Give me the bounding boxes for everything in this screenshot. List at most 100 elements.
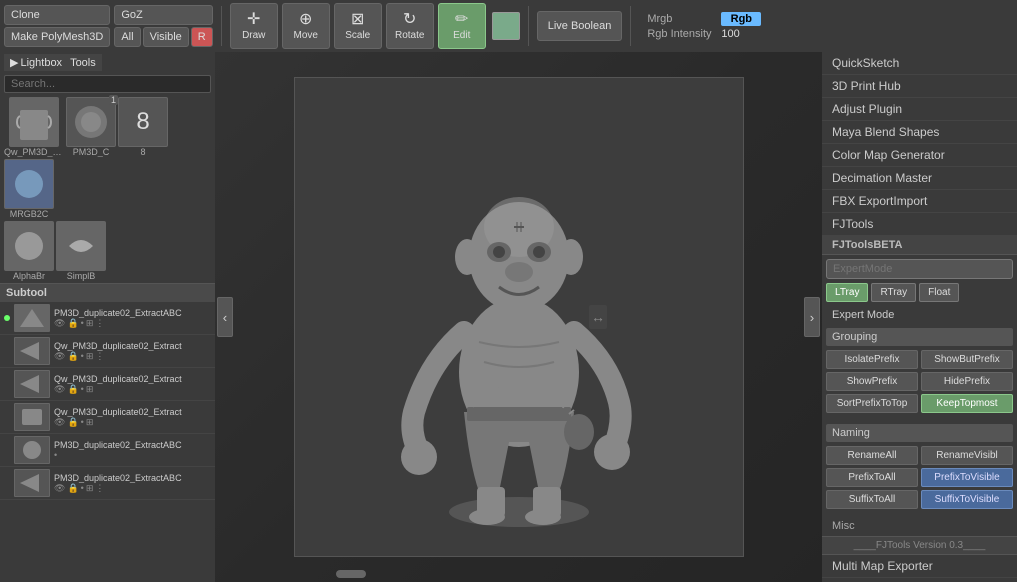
lightbox-tools[interactable]: ▶ Lightbox Tools <box>4 54 102 71</box>
subtool-info-5: PM3D_duplicate02_ExtractABC • <box>54 440 211 460</box>
thumb-mrgb[interactable]: MRGB2C <box>4 159 54 219</box>
subtool-info-1: PM3D_duplicate02_ExtractABC 👁 🔒 • ⊞ ⋮ <box>54 308 211 329</box>
left-top-buttons: ▶ Lightbox Tools <box>0 52 215 73</box>
expertmode-input[interactable] <box>826 259 1013 279</box>
subtool-name-5: PM3D_duplicate02_ExtractABC <box>54 440 211 450</box>
center-viewport[interactable]: ‹ › ↔ <box>215 52 822 582</box>
multimap-item[interactable]: Multi Map Exporter <box>822 555 1017 578</box>
scale-tool-button[interactable]: ⊠ Scale <box>334 3 382 49</box>
horizontal-scrollbar[interactable] <box>336 570 366 578</box>
resize-handle[interactable]: ↔ <box>589 305 607 329</box>
draw-label: Draw <box>242 30 265 41</box>
thumb-alpha[interactable]: AlphaBr <box>4 221 54 281</box>
fbxexport-item[interactable]: FBX ExportImport <box>822 190 1017 213</box>
clone-button[interactable]: Clone <box>4 5 110 25</box>
dot-icon-5: • <box>54 450 57 460</box>
edit-icon: ✏ <box>455 12 468 28</box>
naming-row-1: RenameAll RenameVisibl <box>826 446 1013 465</box>
viewport-right-arrow[interactable]: › <box>804 297 820 337</box>
naming-header: Naming <box>826 424 1013 442</box>
tools-label: Tools <box>70 57 96 69</box>
version-bar: ____FJTools Version 0.3____ <box>822 536 1017 555</box>
r-button[interactable]: R <box>191 27 213 47</box>
subtool-item-5[interactable]: PM3D_duplicate02_ExtractABC • <box>0 434 215 467</box>
subtool-info-4: Qw_PM3D_duplicate02_Extract 👁 🔒 • ⊞ <box>54 407 211 428</box>
decimation-item[interactable]: Decimation Master <box>822 167 1017 190</box>
thumb-8[interactable]: 8 8 <box>118 97 168 157</box>
grid-icon-6: ⊞ <box>86 483 94 494</box>
color-swatch[interactable] <box>492 12 520 40</box>
prefixtovisible-btn[interactable]: PrefixToVisible <box>921 468 1013 487</box>
lock-icon: 🔒 <box>67 318 78 329</box>
subtool-item[interactable]: PM3D_duplicate02_ExtractABC 👁 🔒 • ⊞ ⋮ <box>0 302 215 335</box>
eye-icon-6: 👁 <box>54 483 65 494</box>
sortprefixtotop-btn[interactable]: SortPrefixToTop <box>826 394 918 413</box>
rgb-intensity-value: 100 <box>721 28 739 40</box>
thumb-mrgb-label: MRGB2C <box>10 209 49 219</box>
search-input[interactable] <box>4 75 211 93</box>
suffixtoall-btn[interactable]: SuffixToAll <box>826 490 918 509</box>
showprefix-btn[interactable]: ShowPrefix <box>826 372 918 391</box>
live-boolean-button[interactable]: Live Boolean <box>537 11 623 41</box>
keeptopmost-btn[interactable]: KeepTopmost <box>921 394 1013 413</box>
separator <box>221 6 222 46</box>
renamevisible-btn[interactable]: RenameVisibl <box>921 446 1013 465</box>
renameall-btn[interactable]: RenameAll <box>826 446 918 465</box>
grouping-row-2: ShowPrefix HidePrefix <box>826 372 1013 391</box>
rgb-value-box[interactable]: Rgb <box>721 12 761 26</box>
rotate-label: Rotate <box>395 30 424 41</box>
subtool-item-6[interactable]: PM3D_duplicate02_ExtractABC 👁 🔒 • ⊞ ⋮ <box>0 467 215 500</box>
thumb-simple-img <box>56 221 106 271</box>
quicksketch-item[interactable]: QuickSketch <box>822 52 1017 75</box>
adjustplugin-item[interactable]: Adjust Plugin <box>822 98 1017 121</box>
suffixtovisible-btn[interactable]: SuffixToVisible <box>921 490 1013 509</box>
thumb-simple-label: SimplB <box>67 271 96 281</box>
all-button[interactable]: All <box>114 27 140 47</box>
float-button[interactable]: Float <box>919 283 959 302</box>
colormapgen-item[interactable]: Color Map Generator <box>822 144 1017 167</box>
grid-icon-4: ⊞ <box>86 417 94 428</box>
thumb-simple[interactable]: SimplB <box>56 221 106 281</box>
thumb-qw[interactable]: Qw_PM3D_du... <box>4 97 64 157</box>
main-area: ▶ Lightbox Tools Qw_PM3D_du... <box>0 52 1017 582</box>
dot-icon-6: • <box>81 483 84 493</box>
viewport-left-arrow[interactable]: ‹ <box>217 297 233 337</box>
hideprefix-btn[interactable]: HidePrefix <box>921 372 1013 391</box>
dot-icon-2: • <box>81 351 84 361</box>
thumbnails-area: Qw_PM3D_du... 1 PM3D_C 8 8 <box>0 95 215 221</box>
grid-icon-2: ⊞ <box>86 351 94 362</box>
subtool-thumb-1 <box>14 304 50 332</box>
naming-row-2: PrefixToAll PrefixToVisible <box>826 468 1013 487</box>
rtray-button[interactable]: RTray <box>871 283 916 302</box>
3dprinthub-item[interactable]: 3D Print Hub <box>822 75 1017 98</box>
subtool-icons-6: 👁 🔒 • ⊞ ⋮ <box>54 483 211 494</box>
make-polymesh-button[interactable]: Make PolyMesh3D <box>4 27 110 47</box>
mesh-icon: ⋮ <box>95 318 104 329</box>
subtool-icons-4: 👁 🔒 • ⊞ <box>54 417 211 428</box>
visible-button[interactable]: Visible <box>143 27 189 47</box>
ltray-button[interactable]: LTray <box>826 283 868 302</box>
prefixtoall-btn[interactable]: PrefixToAll <box>826 468 918 487</box>
draw-tool-button[interactable]: ✛ Draw <box>230 3 278 49</box>
isolateprefix-btn[interactable]: IsolatePrefix <box>826 350 918 369</box>
thumb-pm3d[interactable]: 1 PM3D_C <box>66 97 116 157</box>
goz-button[interactable]: GoZ <box>114 5 212 25</box>
mayablend-item[interactable]: Maya Blend Shapes <box>822 121 1017 144</box>
subtool-item-4[interactable]: Qw_PM3D_duplicate02_Extract 👁 🔒 • ⊞ <box>0 401 215 434</box>
subtool-icons-2: 👁 🔒 • ⊞ ⋮ <box>54 351 211 362</box>
thumb-8-img: 8 <box>118 97 168 147</box>
rgb-intensity-label: Rgb Intensity <box>647 28 717 40</box>
eye-icon-2: 👁 <box>54 351 65 362</box>
rotate-tool-button[interactable]: ↻ Rotate <box>386 3 434 49</box>
move-tool-button[interactable]: ⊕ Move <box>282 3 330 49</box>
subtool-name-4: Qw_PM3D_duplicate02_Extract <box>54 407 211 417</box>
dot-icon: • <box>81 318 84 328</box>
thumb-qw-img <box>9 97 59 147</box>
subtool-item-2[interactable]: Qw_PM3D_duplicate02_Extract 👁 🔒 • ⊞ ⋮ <box>0 335 215 368</box>
edit-tool-button[interactable]: ✏ Edit <box>438 3 486 49</box>
showbutprefix-btn[interactable]: ShowButPrefix <box>921 350 1013 369</box>
subtool-item-3[interactable]: Qw_PM3D_duplicate02_Extract 👁 🔒 • ⊞ <box>0 368 215 401</box>
subtool-icons-3: 👁 🔒 • ⊞ <box>54 384 211 395</box>
fjtools-item[interactable]: FJTools <box>822 213 1017 236</box>
badge-num: 1 <box>109 95 118 105</box>
